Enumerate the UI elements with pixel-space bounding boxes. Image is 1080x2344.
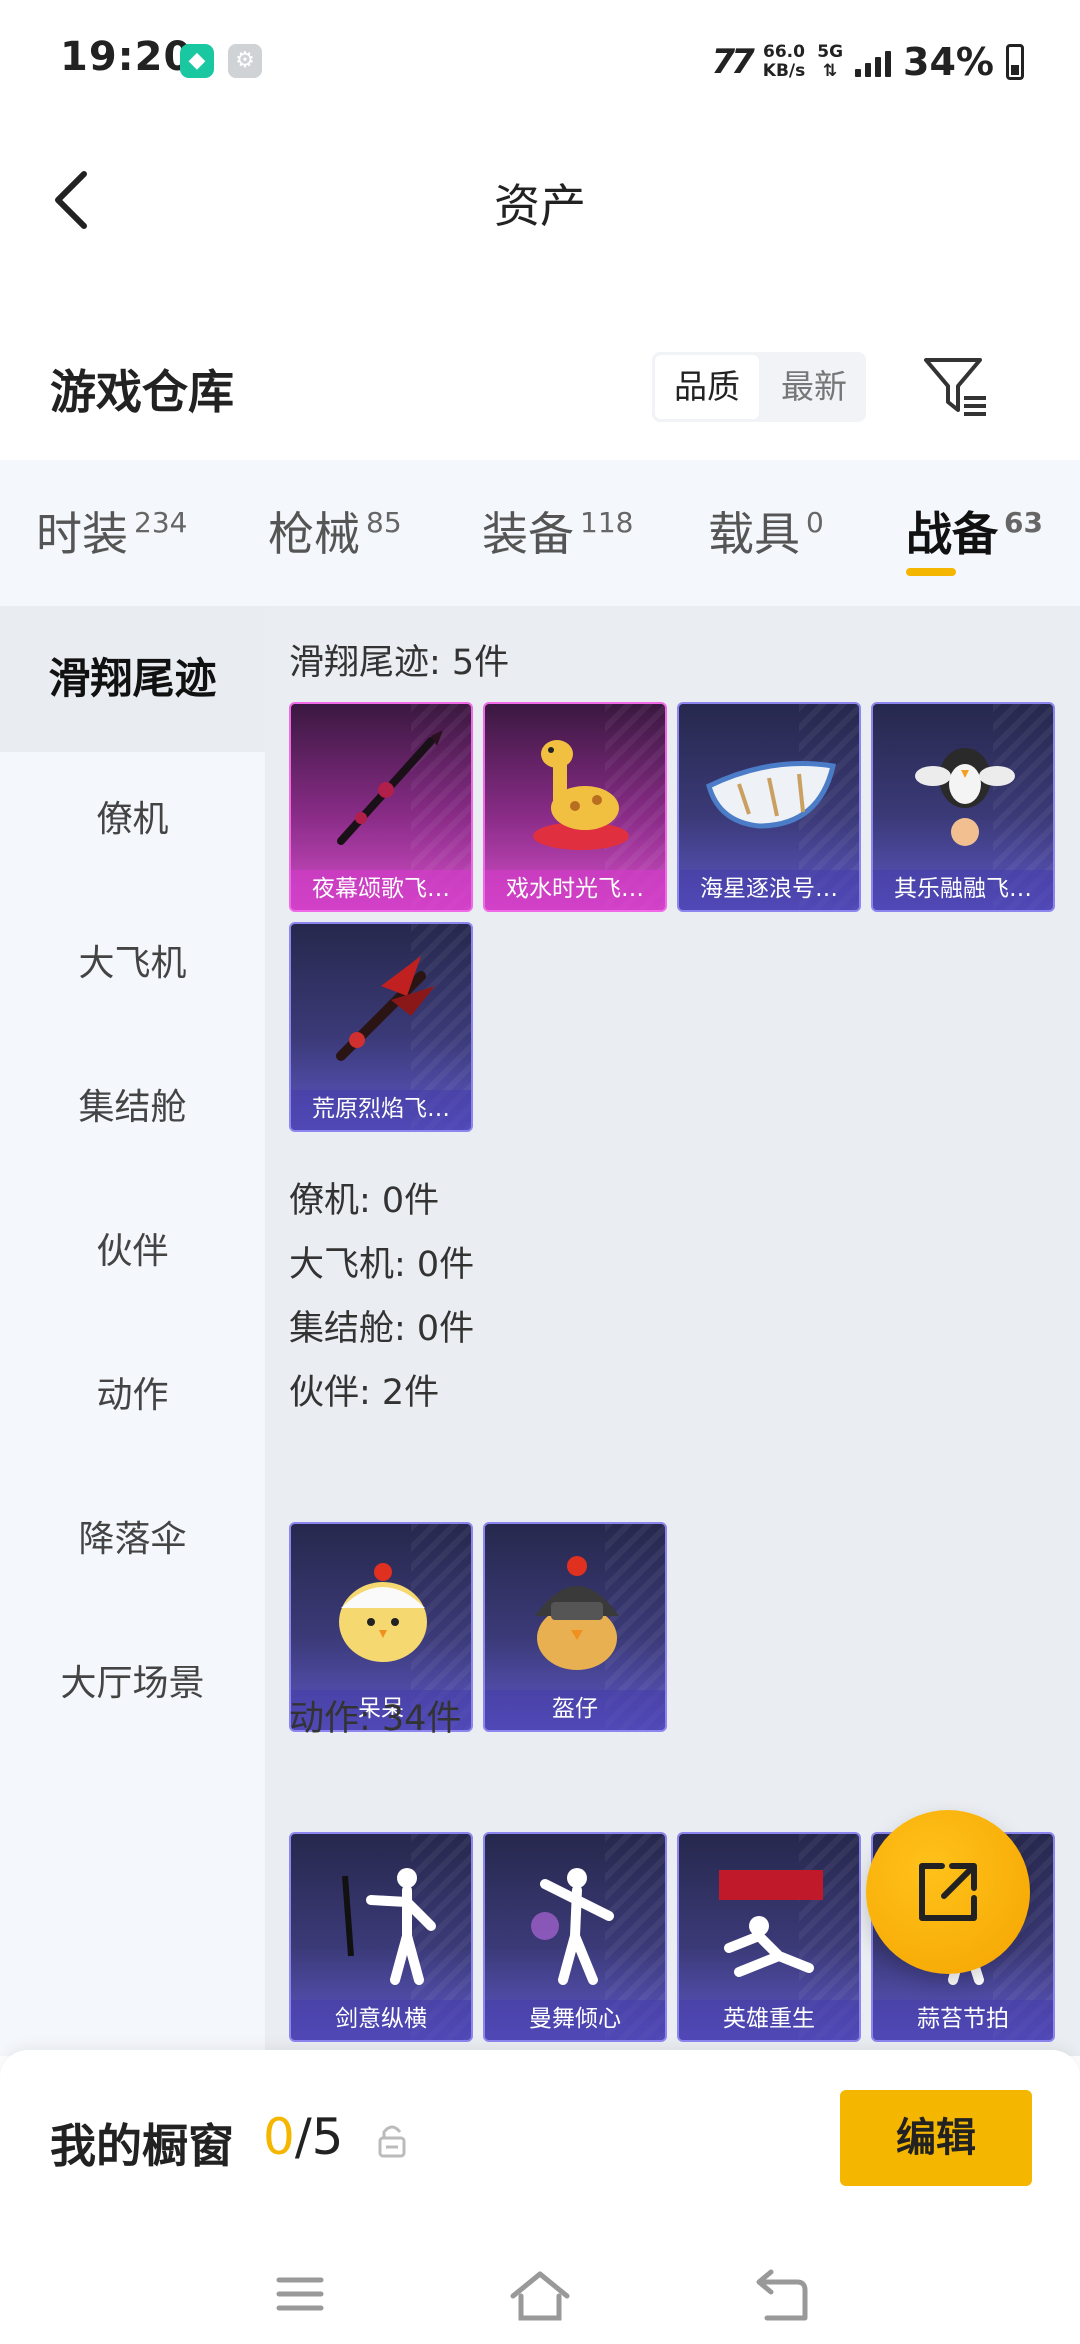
battery-percent: 34% [903,40,994,84]
tab-firearms[interactable]: 枪械 85 [268,498,402,564]
item-card[interactable]: 剑意纵横 [289,1832,473,2042]
tab-label: 装备 [482,507,574,561]
item-name: 其乐融融飞… [873,870,1053,910]
side-item-rally-pod[interactable]: 集结舱 [0,1078,265,1138]
tab-equipment[interactable]: 装备 118 [482,498,633,564]
tab-fashion[interactable]: 时装 234 [36,498,187,564]
side-item-emote[interactable]: 动作 [0,1366,265,1426]
section-title-companion: 伙伴: 2件 [289,1373,440,1413]
item-card[interactable]: 戏水时光飞… [483,702,667,912]
status-bar: 19:20 ◆ ⚙ 77 66.0 KB/s 5G ⇅ 34% [0,0,1080,120]
showcase-current: 0 [263,2108,295,2166]
share-external-icon [919,1863,977,1921]
settings-app-icon: ⚙ [228,44,262,78]
section-title-emote: 动作: 34件 [289,1699,462,1739]
item-name: 夜幕颂歌飞… [291,870,471,910]
side-item-companion[interactable]: 伙伴 [0,1222,265,1282]
showcase-bar: 我的橱窗 0/5 编辑 [0,2050,1080,2250]
tab-label: 枪械 [268,507,360,561]
boat-trail-icon [706,761,837,829]
tab-label: 战备 [906,507,998,561]
item-card[interactable]: 其乐融融飞… [871,702,1055,912]
showcase-count: 0/5 [263,2108,343,2166]
side-item-wingman[interactable]: 僚机 [0,790,265,850]
item-name: 荒原烈焰飞… [291,1090,471,1130]
system-nav-bar [0,2250,1080,2344]
item-name: 曼舞倾心 [485,2000,665,2040]
item-card[interactable]: 荒原烈焰飞… [289,922,473,1132]
item-name: 剑意纵横 [291,2000,471,2040]
item-card[interactable]: 曼舞倾心 [483,1832,667,2042]
spear-trail-icon [337,730,443,845]
item-name: 盔仔 [485,1690,665,1730]
back-icon[interactable] [745,2260,815,2330]
side-item-glide-trail[interactable]: 滑翔尾迹 [0,606,265,752]
network-label: 5G [817,42,844,62]
sort-option-quality[interactable]: 品质 [655,355,759,419]
page-title: 资产 [494,179,586,233]
menu-icon[interactable] [265,2260,335,2330]
status-indicators: 77 66.0 KB/s 5G ⇅ 34% [711,40,1024,84]
lock-icon [378,2125,406,2158]
status-time: 19:20 [60,34,193,80]
home-icon[interactable] [505,2260,575,2330]
item-card[interactable]: 夜幕颂歌飞… [289,702,473,912]
item-name: 蒜苔节拍 [873,2000,1053,2040]
speed-unit: KB/s [762,61,806,81]
item-card[interactable]: 英雄重生 [677,1832,861,2042]
item-name: 英雄重生 [679,2000,859,2040]
tab-count: 118 [580,506,634,539]
side-item-parachute[interactable]: 降落伞 [0,1510,265,1570]
tab-count: 0 [806,506,824,539]
app-header: 资产 [0,130,1080,270]
item-name: 戏水时光飞… [485,870,665,910]
battery-icon [1006,44,1024,80]
tab-vehicles[interactable]: 载具 0 [708,498,824,564]
giraffe-trail-icon [533,740,629,850]
sort-option-newest[interactable]: 最新 [762,352,866,422]
sort-toggle: 品质 最新 [652,352,866,422]
chick-companion-icon [339,1563,427,1662]
sword-dance-emote-icon [342,1868,436,1985]
network-type: 5G ⇅ [817,43,843,81]
tab-count: 63 [1004,506,1043,539]
speed-value: 66.0 [763,42,805,62]
warehouse-title: 游戏仓库 [50,365,234,419]
tab-count: 234 [134,506,188,539]
share-button[interactable] [866,1810,1030,1974]
arrows-icon: ⇅ [823,61,838,81]
section-title-wingman: 僚机: 0件 [289,1181,440,1221]
tab-battle-gear[interactable]: 战备 63 [906,498,1043,564]
item-name: 海星逐浪号… [679,870,859,910]
network-speed: 66.0 KB/s [763,43,805,81]
section-title-big-plane: 大飞机: 0件 [289,1245,475,1285]
app-shield-icon: ◆ [180,44,214,78]
side-nav: 滑翔尾迹 僚机 大飞机 集结舱 伙伴 动作 降落伞 大厅场景 [0,606,265,2056]
filter-icon [924,358,986,416]
penguin-trail-icon [915,748,1015,846]
flame-trail-icon [336,956,435,1061]
dance-emote-icon [531,1868,614,1985]
signal-icon [855,47,892,77]
category-tabs: 时装 234 枪械 85 装备 118 载具 0 战备 63 [0,460,1080,606]
section-title-rally-pod: 集结舱: 0件 [289,1309,475,1349]
item-card[interactable]: 盔仔 [483,1522,667,1732]
showcase-max: 5 [311,2108,344,2166]
showcase-title: 我的橱窗 [50,2119,234,2173]
item-card[interactable]: 海星逐浪号… [677,702,861,912]
side-item-big-plane[interactable]: 大飞机 [0,934,265,994]
showcase-separator: / [294,2108,312,2166]
hero-emote-icon [719,1870,823,1977]
carrier-logo-icon: 77 [711,42,754,82]
tab-label: 载具 [708,507,800,561]
side-item-lobby-scene[interactable]: 大厅场景 [0,1654,265,1714]
helmet-chick-companion-icon [535,1556,619,1670]
tab-label: 时装 [36,507,128,561]
section-title-glide-trail: 滑翔尾迹: 5件 [289,643,510,683]
edit-button[interactable]: 编辑 [840,2090,1032,2186]
active-tab-indicator [906,568,956,576]
filter-button[interactable] [920,352,992,424]
tab-count: 85 [366,506,402,539]
